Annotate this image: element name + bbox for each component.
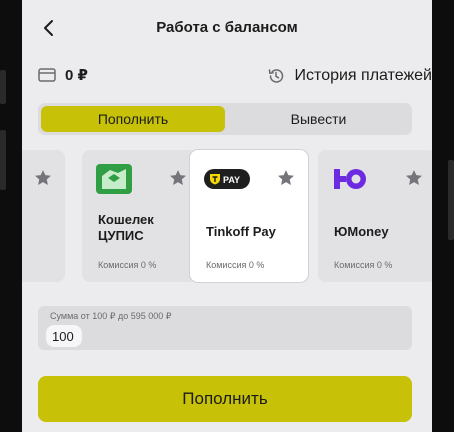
payment-method-cupis[interactable]: Кошелек ЦУПИС Комиссия 0 % bbox=[82, 150, 200, 282]
payment-method-commission: Комиссия 0 % bbox=[334, 260, 393, 270]
star-icon[interactable] bbox=[276, 168, 296, 188]
device-side-button bbox=[0, 130, 6, 190]
amount-input[interactable] bbox=[46, 325, 82, 347]
payment-method-tinkoff-pay[interactable]: PAY Tinkoff Pay Комиссия 0 % bbox=[190, 150, 308, 282]
page-title: Работа с балансом bbox=[156, 19, 298, 36]
payment-method-yoomoney[interactable]: ЮMoney Комиссия 0 % bbox=[318, 150, 432, 282]
payment-method-name: Кошелек ЦУПИС bbox=[98, 212, 154, 243]
operation-tabs: Пополнить Вывести bbox=[38, 103, 412, 135]
deposit-button[interactable]: Пополнить bbox=[38, 376, 412, 422]
tinkoff-pay-logo: PAY bbox=[204, 169, 250, 189]
payment-method-commission: Комиссия 0 % bbox=[98, 260, 157, 270]
tab-withdraw[interactable]: Вывести bbox=[228, 106, 409, 132]
balance-value: 0 ₽ bbox=[65, 67, 88, 84]
history-icon bbox=[268, 69, 283, 83]
amount-field[interactable]: Сумма от 100 ₽ до 595 000 ₽ bbox=[38, 306, 412, 350]
payment-history-link[interactable]: История платежей bbox=[267, 66, 432, 86]
amount-hint: Сумма от 100 ₽ до 595 000 ₽ bbox=[50, 311, 172, 321]
payment-method-name: Tinkoff Pay bbox=[206, 224, 276, 239]
device-power-button bbox=[448, 160, 454, 240]
device-side-button bbox=[0, 70, 6, 104]
star-icon[interactable] bbox=[168, 168, 188, 188]
tab-deposit[interactable]: Пополнить bbox=[41, 106, 225, 132]
yoomoney-logo bbox=[334, 169, 366, 189]
payment-method-name: ЮMoney bbox=[334, 224, 389, 239]
device-frame-right bbox=[432, 0, 454, 432]
tinkoff-pay-logo-text: PAY bbox=[223, 175, 240, 185]
wallet-icon bbox=[38, 68, 56, 82]
payment-method-commission: Комиссия 0 % bbox=[206, 260, 265, 270]
star-icon[interactable] bbox=[404, 168, 424, 188]
header: Работа с балансом bbox=[22, 0, 432, 56]
device-frame-left bbox=[0, 0, 22, 432]
cupis-wallet-logo bbox=[96, 164, 132, 194]
balance-row: 0 ₽ История платежей bbox=[38, 64, 432, 88]
balance-screen: Работа с балансом 0 ₽ История платежей П… bbox=[22, 0, 432, 432]
payment-methods-carousel[interactable]: Кошелек ЦУПИС Комиссия 0 % PAY Tinkoff P… bbox=[22, 150, 432, 282]
payment-method-card[interactable] bbox=[22, 150, 65, 282]
history-label: История платежей bbox=[294, 67, 432, 84]
star-icon[interactable] bbox=[33, 168, 53, 188]
